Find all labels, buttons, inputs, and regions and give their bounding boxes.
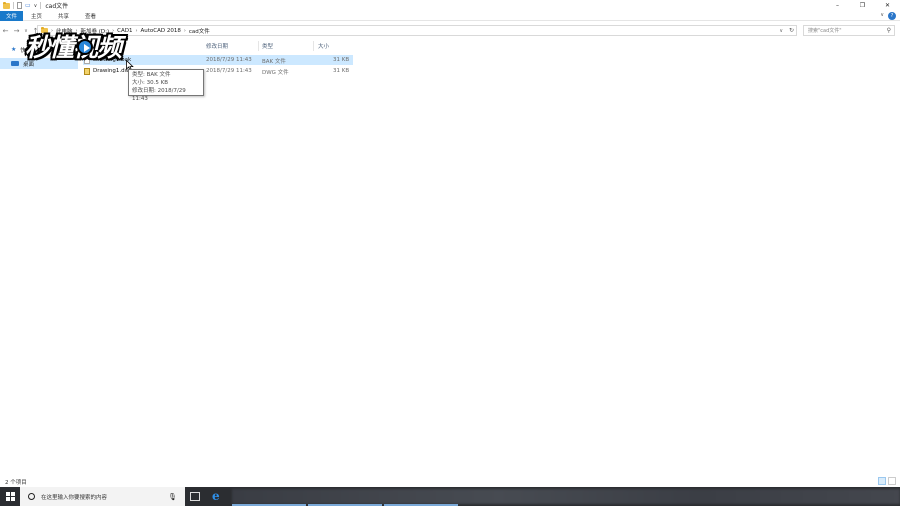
minimize-button[interactable]: –: [825, 0, 850, 11]
details-view-icon[interactable]: [878, 477, 886, 485]
forward-arrow-icon[interactable]: →: [11, 27, 22, 35]
customize-toolbar-chevron-icon[interactable]: ∨: [34, 3, 38, 9]
tooltip-date: 修改日期: 2018/7/29 11:43: [132, 88, 186, 102]
file-date: 2018/7/29 11:43: [206, 57, 252, 63]
large-icons-view-icon[interactable]: [888, 477, 896, 485]
windows-logo-icon: [5, 492, 15, 501]
tab-home[interactable]: 主页: [23, 11, 50, 21]
breadcrumb-separator[interactable]: ›: [184, 28, 186, 34]
watermark-logo: 秒懂视频: [25, 24, 175, 68]
taskbar: 在这里输入你要搜索的内容 🎙 e: [0, 487, 900, 506]
window-controls: – ❐ ✕: [825, 0, 900, 11]
maximize-button[interactable]: ❐: [850, 0, 875, 11]
view-toggle: [878, 477, 896, 485]
start-button[interactable]: [0, 487, 20, 506]
tab-view[interactable]: 查看: [77, 11, 104, 21]
search-input[interactable]: 搜索"cad文件" ⚲: [803, 25, 895, 36]
address-dropdown-icon[interactable]: ∨: [779, 28, 783, 34]
column-divider[interactable]: [258, 41, 259, 51]
file-date: 2018/7/29 11:43: [206, 68, 252, 74]
properties-icon[interactable]: [17, 2, 22, 9]
new-folder-icon[interactable]: ▭: [25, 2, 31, 9]
toolbar-divider: [13, 2, 14, 9]
column-divider[interactable]: [313, 41, 314, 51]
task-view-icon[interactable]: [190, 492, 200, 501]
microphone-icon[interactable]: 🎙: [168, 493, 177, 501]
dwg-file-icon: [84, 68, 90, 75]
folder-icon[interactable]: [3, 1, 10, 9]
edge-browser-icon[interactable]: e: [212, 490, 220, 502]
back-arrow-icon[interactable]: ←: [0, 27, 11, 35]
column-header-size[interactable]: 大小: [318, 39, 329, 53]
toolbar-divider: [40, 2, 42, 9]
window-title: cad文件: [45, 3, 69, 10]
refresh-icon[interactable]: ↻: [789, 27, 794, 34]
file-type: BAK 文件: [262, 59, 286, 65]
watermark-text: 秒懂视频: [25, 33, 122, 62]
status-bar: 2 个项目: [0, 476, 900, 487]
help-icon[interactable]: ?: [888, 12, 896, 20]
quick-access-toolbar: ▭ ∨: [0, 0, 42, 11]
taskbar-search-box[interactable]: 在这里输入你要搜索的内容 🎙: [20, 487, 185, 506]
tooltip-type: 类型: BAK 文件: [132, 72, 171, 78]
title-bar: ▭ ∨ cad文件 – ❐ ✕: [0, 0, 900, 11]
tooltip-size: 大小: 30.5 KB: [132, 80, 168, 86]
taskbar-search-placeholder: 在这里输入你要搜索的内容: [41, 494, 108, 501]
file-size: 31 KB: [333, 57, 350, 63]
file-tooltip: 类型: BAK 文件 大小: 30.5 KB 修改日期: 2018/7/29 1…: [128, 69, 204, 102]
close-button[interactable]: ✕: [875, 0, 900, 11]
search-placeholder: 搜索"cad文件": [808, 28, 842, 34]
cortana-icon: [28, 493, 35, 500]
desktop-icon: [11, 61, 19, 66]
star-icon: ★: [11, 46, 17, 53]
file-size: 31 KB: [333, 68, 350, 74]
item-count: 2 个项目: [5, 479, 27, 486]
expand-ribbon-icon[interactable]: ∨: [880, 12, 884, 18]
taskbar-pinned-apps: [232, 489, 900, 504]
navigation-pane: ★ 快速访问 桌面: [0, 39, 78, 473]
breadcrumb-cad-folder[interactable]: cad文件: [189, 27, 210, 35]
search-icon: ⚲: [886, 27, 891, 34]
column-header-date[interactable]: 修改日期: [206, 39, 228, 53]
column-header-type[interactable]: 类型: [262, 39, 273, 53]
tab-file[interactable]: 文件: [0, 10, 24, 21]
ribbon-tabs: 文件 主页 共享 查看 ∨ ?: [0, 10, 900, 21]
file-type: DWG 文件: [262, 70, 289, 76]
play-icon: [77, 39, 93, 55]
tab-share[interactable]: 共享: [50, 11, 77, 21]
